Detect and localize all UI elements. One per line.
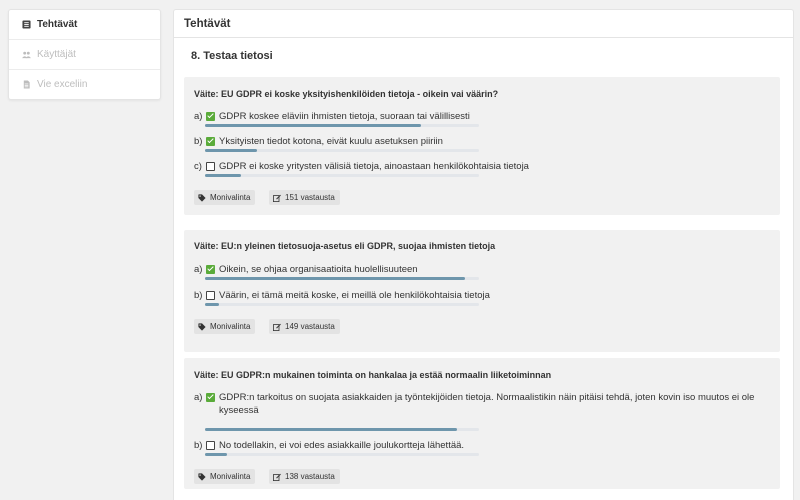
answer-text: GDPR koskee eläviin ihmisten tietoja, su…	[219, 111, 470, 122]
question-type-label: Monivalinta	[210, 322, 251, 331]
question-type-badge: Monivalinta	[194, 190, 256, 205]
file-icon	[21, 80, 31, 90]
answer-letter: a)	[194, 111, 203, 122]
response-bar	[205, 174, 479, 177]
response-bar	[205, 277, 479, 280]
response-bar-fill	[205, 149, 258, 152]
question-card: Väite: EU:n yleinen tietosuoja-asetus el…	[184, 230, 780, 352]
unchecked-checkbox-icon	[206, 162, 215, 171]
list-icon	[21, 20, 31, 30]
question-text: Väite: EU GDPR ei koske yksityishenkilöi…	[194, 89, 499, 99]
response-bar-fill	[205, 303, 219, 306]
question-text: Väite: EU:n yleinen tietosuoja-asetus el…	[194, 241, 496, 251]
unchecked-checkbox-icon	[206, 441, 215, 450]
response-count-badge: 149 vastausta	[269, 319, 340, 334]
checked-checkbox-icon	[206, 393, 215, 402]
response-count: 151 vastausta	[285, 193, 335, 202]
response-bar	[205, 428, 479, 431]
answer-letter: c)	[194, 161, 202, 172]
answer-text: Yksityisten tiedot kotona, eivät kuulu a…	[219, 136, 443, 147]
sidebar-item-vie-exceliin[interactable]: Vie exceliin	[9, 70, 160, 99]
section-title: 8. Testaa tietosi	[191, 50, 273, 62]
answer-text: GDPR:n tarkoitus on suojata asiakkaiden …	[219, 392, 755, 416]
answer-letter: a)	[194, 392, 203, 403]
checked-checkbox-icon	[206, 137, 215, 146]
answer-letter: a)	[194, 264, 203, 275]
main-panel: Tehtävät 8. Testaa tietosi Väite: EU GDP…	[173, 9, 794, 500]
panel-title: Tehtävät	[174, 10, 793, 38]
tag-icon	[198, 472, 206, 481]
question-type-badge: Monivalinta	[194, 469, 256, 484]
answer-letter: b)	[194, 290, 203, 301]
response-bar	[205, 303, 479, 306]
response-count-badge: 138 vastausta	[269, 469, 340, 484]
sidebar: Tehtävät Käyttäjät Vie exceliin	[8, 9, 161, 100]
question-card: Väite: EU GDPR ei koske yksityishenkilöi…	[184, 77, 780, 215]
answer-text: GDPR ei koske yritysten välisiä tietoja,…	[219, 161, 529, 172]
answer-letter: b)	[194, 136, 203, 147]
sidebar-item-label: Käyttäjät	[37, 49, 76, 60]
checked-checkbox-icon	[206, 265, 215, 274]
question-type-label: Monivalinta	[210, 472, 251, 481]
response-count: 138 vastausta	[285, 472, 335, 481]
sidebar-item-kayttajat[interactable]: Käyttäjät	[9, 40, 160, 70]
response-bar	[205, 124, 479, 127]
response-bar-fill	[205, 453, 227, 456]
unchecked-checkbox-icon	[206, 291, 215, 300]
edit-icon	[273, 323, 281, 331]
answer-letter: b)	[194, 440, 203, 451]
tag-icon	[198, 193, 206, 202]
tag-icon	[198, 322, 206, 331]
sidebar-item-tehtavat[interactable]: Tehtävät	[9, 10, 160, 40]
response-bar	[205, 149, 479, 152]
response-bar-fill	[205, 277, 466, 280]
response-bar-fill	[205, 174, 241, 177]
answer-text: Oikein, se ohjaa organisaatioita huolell…	[219, 264, 418, 275]
response-count: 149 vastausta	[285, 322, 335, 331]
sidebar-item-label: Tehtävät	[37, 19, 78, 30]
question-card: Väite: EU GDPR:n mukainen toiminta on ha…	[184, 358, 780, 489]
response-count-badge: 151 vastausta	[269, 190, 340, 205]
sidebar-item-label: Vie exceliin	[37, 79, 88, 90]
checked-checkbox-icon	[206, 112, 215, 121]
users-icon	[21, 50, 31, 60]
response-bar	[205, 453, 479, 456]
edit-icon	[273, 194, 281, 202]
edit-icon	[273, 473, 281, 481]
question-text: Väite: EU GDPR:n mukainen toiminta on ha…	[194, 370, 552, 380]
answer-text: Väärin, ei tämä meitä koske, ei meillä o…	[219, 290, 490, 301]
question-type-label: Monivalinta	[210, 193, 251, 202]
response-bar-fill	[205, 124, 422, 127]
question-type-badge: Monivalinta	[194, 319, 256, 334]
response-bar-fill	[205, 428, 458, 431]
answer-text: No todellakin, ei voi edes asiakkaille j…	[219, 440, 465, 451]
